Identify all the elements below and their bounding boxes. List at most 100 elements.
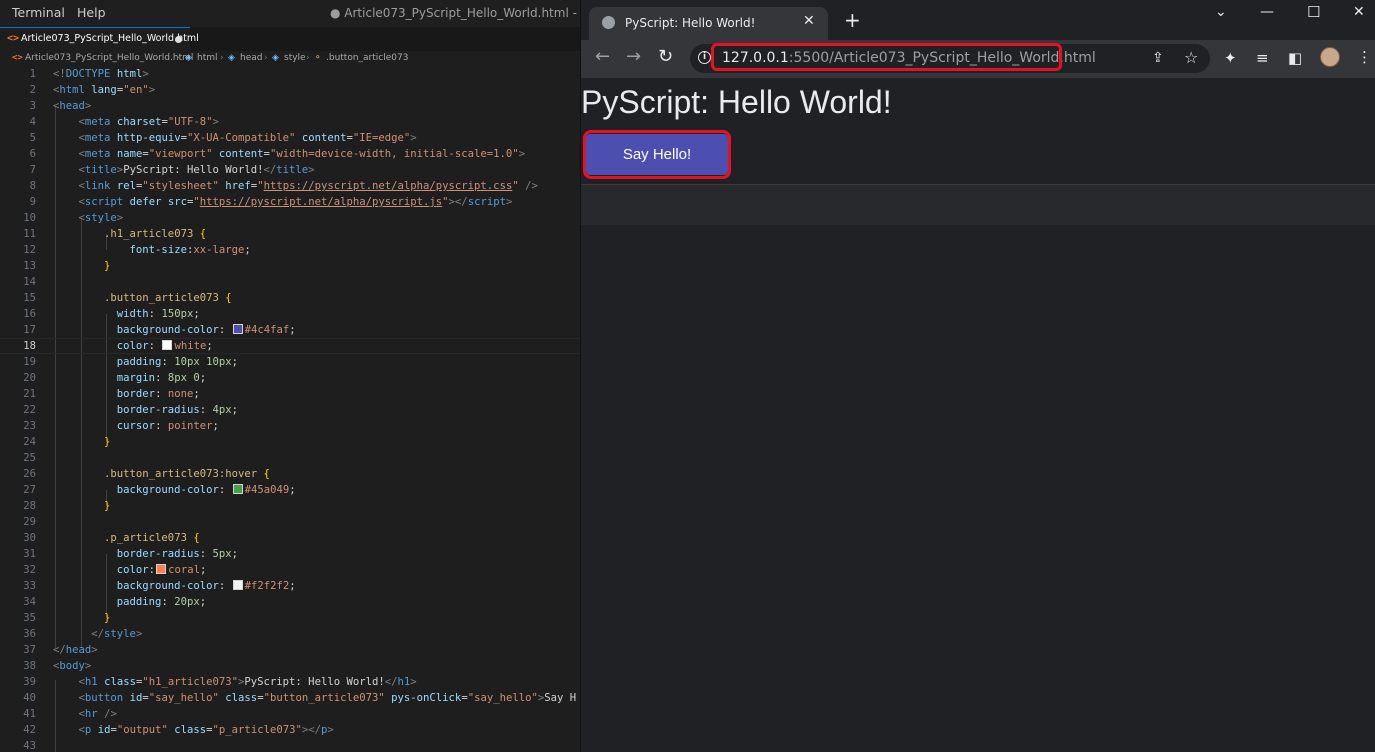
menu-kebab-icon[interactable]: ⋮ <box>1357 48 1372 66</box>
code-line: 9 <script defer src="https://pyscript.ne… <box>29 196 513 208</box>
maximize-icon[interactable]: ☐ <box>1307 3 1320 21</box>
code-line: 31 border-radius: 5px; <box>23 548 238 560</box>
reload-icon[interactable]: ↻ <box>658 47 673 67</box>
minimize-icon[interactable]: — <box>1260 4 1274 20</box>
code-line: 23 cursor: pointer; <box>23 420 219 432</box>
code-line: 42 <p id="output" class="p_article073"><… <box>23 724 334 736</box>
code-line: 39 <h1 class="h1_article073">PyScript: H… <box>23 676 417 688</box>
breadcrumb: <> Article073_PyScript_Hello_World.html … <box>0 51 580 66</box>
page-heading: PyScript: Hello World! <box>581 84 892 120</box>
side-panel-icon[interactable]: ◧ <box>1288 49 1302 67</box>
code-line: 32 color: coral; <box>23 564 207 576</box>
menu-terminal[interactable]: Terminal <box>12 5 65 20</box>
tab-search-chevron-icon[interactable]: ⌄ <box>1215 4 1227 20</box>
unsaved-dot-icon[interactable] <box>175 36 182 43</box>
site-info-icon[interactable]: i <box>698 51 711 64</box>
vscode-window: Terminal Help ● Article073_PyScript_Hell… <box>0 0 580 752</box>
breadcrumb-separator-icon: › <box>306 53 310 63</box>
code-line: 1 <!DOCTYPE html> <box>29 68 149 80</box>
code-line: 26 .button_article073:hover { <box>23 468 270 480</box>
forward-arrow-icon[interactable]: → <box>626 47 641 67</box>
code-line: 41 <hr /> <box>23 708 117 720</box>
code-line: 37 </head> <box>23 644 98 656</box>
code-line: 40 <button id="say_hello" class="button_… <box>23 692 577 704</box>
chrome-window: PyScript: Hello World! ✕ + ⌄ — ☐ ✕ ← → ↻… <box>580 0 1375 752</box>
breadcrumb-file[interactable]: Article073_PyScript_Hello_World.html <box>25 53 193 63</box>
editor-tab-label: Article073_PyScript_Hello_World.html <box>21 33 199 44</box>
code-line: 30 .p_article073 { <box>23 532 200 544</box>
media-queue-icon[interactable]: ≡ <box>1256 49 1269 67</box>
code-line: 4 <meta charset="UTF-8"> <box>29 116 219 128</box>
globe-icon <box>602 16 615 29</box>
menu-bar: Terminal Help ● Article073_PyScript_Hell… <box>0 0 580 27</box>
code-line: 24 } <box>23 436 111 448</box>
code-line: 20 margin: 8px 0; <box>23 372 207 384</box>
code-line: 3 <head> <box>29 100 92 112</box>
page-viewport: PyScript: Hello World! Say Hello! <box>581 78 1375 752</box>
close-window-icon[interactable]: ✕ <box>1353 4 1365 20</box>
new-tab-icon[interactable]: + <box>844 10 861 30</box>
menu-help[interactable]: Help <box>77 5 106 20</box>
profile-avatar[interactable] <box>1320 47 1340 67</box>
element-icon: ◈ <box>228 53 235 63</box>
share-icon[interactable]: ⇪ <box>1152 50 1164 66</box>
code-line: 35 } <box>23 612 111 624</box>
code-line: 15 .button_article073 { <box>23 292 232 304</box>
editor-tab-bar: <> Article073_PyScript_Hello_World.html <box>0 27 580 51</box>
code-line: 19 padding: 10px 10px; <box>23 356 238 368</box>
code-line: 29 <box>23 516 36 528</box>
breadcrumb-selector[interactable]: .button_article073 <box>326 53 408 63</box>
code-editor[interactable]: 1 <!DOCTYPE html> 2 <html lang="en"> 3 <hea… <box>0 66 580 752</box>
code-line: 21 border: none; <box>23 388 200 400</box>
code-line: 5 <meta http-equiv="X-UA-Compatible" con… <box>29 132 417 144</box>
code-line: 2 <html lang="en"> <box>29 84 156 96</box>
breadcrumb-style[interactable]: style <box>284 53 306 63</box>
html-file-icon: <> <box>12 53 23 63</box>
element-icon: ◈ <box>272 53 279 63</box>
say-hello-button[interactable]: Say Hello! <box>586 134 728 175</box>
code-line: 8 <link rel="stylesheet" href="https://p… <box>29 180 538 192</box>
color-swatch[interactable] <box>232 324 243 334</box>
code-line: 28 } <box>23 500 111 512</box>
code-line: 17 background-color: #4c4faf; <box>23 324 296 336</box>
code-line: 22 border-radius: 4px; <box>23 404 238 416</box>
code-line: 11 .h1_article073 { <box>23 228 207 240</box>
breadcrumb-head[interactable]: head <box>240 53 262 63</box>
chrome-tab-title: PyScript: Hello World! <box>625 16 756 30</box>
chrome-tab-strip: PyScript: Hello World! ✕ + ⌄ — ☐ ✕ <box>581 0 1375 40</box>
element-icon: ◈ <box>185 53 192 63</box>
code-line: 13 } <box>23 260 111 272</box>
url-highlight-annotation <box>711 43 1062 71</box>
extensions-puzzle-icon[interactable]: ✦ <box>1224 49 1237 67</box>
code-line: 34 padding: 20px; <box>23 596 207 608</box>
code-line: 38 <body> <box>23 660 92 672</box>
breadcrumb-separator-icon: › <box>264 53 268 63</box>
editor-tab-article073[interactable]: <> Article073_PyScript_Hello_World.html <box>0 27 199 51</box>
color-swatch[interactable] <box>232 580 243 590</box>
code-line: 6 <meta name="viewport" content="width=d… <box>29 148 526 160</box>
close-tab-icon[interactable]: ✕ <box>803 13 815 29</box>
code-line: 7 <title>PyScript: Hello World!</title> <box>29 164 315 176</box>
code-line: 33 background-color: #f2f2f2; <box>23 580 296 592</box>
css-selector-icon: ⚬ <box>314 53 322 63</box>
chrome-toolbar: ← → ↻ i 127.0.0.1:5500/Article073_PyScri… <box>581 40 1375 78</box>
code-line: 16 width: 150px; <box>23 308 200 320</box>
code-line-current: 18 color: white; <box>0 338 580 354</box>
output-paragraph <box>581 185 1375 225</box>
code-line: 14 <box>23 276 36 288</box>
breadcrumb-separator-icon: › <box>220 53 224 63</box>
window-title: ● Article073_PyScript_Hello_World.html -… <box>330 6 580 20</box>
color-swatch[interactable] <box>232 484 243 494</box>
back-arrow-icon[interactable]: ← <box>595 47 610 67</box>
code-line: 36 </style> <box>23 628 143 640</box>
code-line: 27 background-color: #45a049; <box>23 484 296 496</box>
breadcrumb-html[interactable]: html <box>197 53 218 63</box>
code-line: 43 <box>23 740 36 752</box>
html-file-icon: <> <box>7 33 20 44</box>
color-swatch[interactable] <box>156 564 167 574</box>
code-line: 25 <box>23 452 36 464</box>
color-swatch[interactable] <box>162 340 173 350</box>
chrome-tab[interactable]: PyScript: Hello World! ✕ <box>589 7 828 40</box>
bookmark-star-icon[interactable]: ☆ <box>1184 48 1198 67</box>
code-line: 10 <style> <box>23 212 124 224</box>
